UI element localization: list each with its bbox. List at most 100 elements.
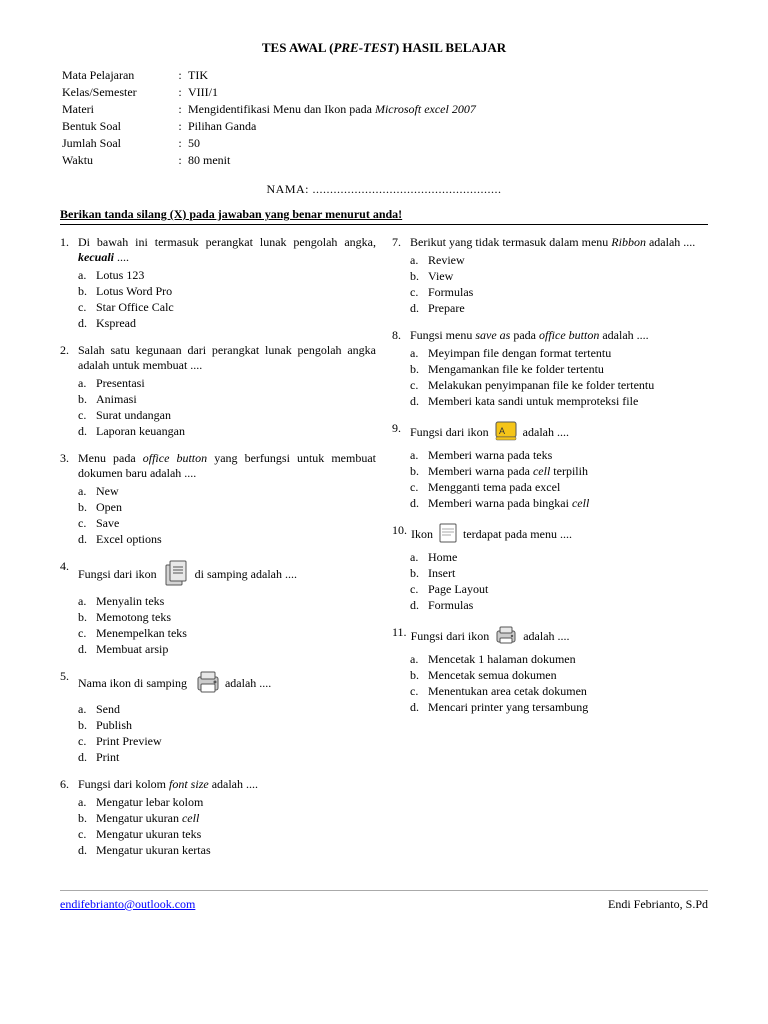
list-item: c.Mengatur ukuran teks	[78, 827, 376, 842]
q11-body: Fungsi dari ikon adalah ....	[411, 625, 708, 649]
q4-body: Fungsi dari ikon di samping adalah ....	[78, 559, 376, 591]
list-item: b.View	[410, 269, 708, 284]
list-item: a.Presentasi	[78, 376, 376, 391]
question-10: 10. Ikon terdapat pada menu ....	[392, 523, 708, 613]
list-item: c.Menempelkan teks	[78, 626, 376, 641]
list-item: b.Animasi	[78, 392, 376, 407]
question-3: 3. Menu pada office button yang berfungs…	[60, 451, 376, 547]
list-item: d.Prepare	[410, 301, 708, 316]
q5-body: Nama ikon di samping adalah ....	[78, 669, 376, 699]
q1-body: Di bawah ini termasuk perangkat lunak pe…	[78, 235, 376, 265]
list-item: c.Save	[78, 516, 376, 531]
instruction: Berikan tanda silang (X) pada jawaban ya…	[60, 207, 708, 225]
q1-options: a.Lotus 123 b.Lotus Word Pro c.Star Offi…	[78, 268, 376, 331]
list-item: c.Menentukan area cetak dokumen	[410, 684, 708, 699]
q2-options: a.Presentasi b.Animasi c.Surat undangan …	[78, 376, 376, 439]
list-item: d.Kspread	[78, 316, 376, 331]
copy-icon	[164, 559, 192, 591]
q2-num: 2.	[60, 343, 74, 373]
list-item: d.Print	[78, 750, 376, 765]
email-link[interactable]: endifebrianto@outlook.com	[60, 897, 195, 912]
q10-options: a.Home b.Insert c.Page Layout d.Formulas	[410, 550, 708, 613]
list-item: c.Melakukan penyimpanan file ke folder t…	[410, 378, 708, 393]
list-item: d.Mencari printer yang tersambung	[410, 700, 708, 715]
page-title: TES AWAL (PRE-TEST) HASIL BELAJAR	[60, 40, 708, 56]
list-item: c.Formulas	[410, 285, 708, 300]
q1-num: 1.	[60, 235, 74, 265]
right-column: 7. Berikut yang tidak termasuk dalam men…	[392, 235, 708, 870]
q8-options: a.Meyimpan file dengan format tertentu b…	[410, 346, 708, 409]
questions-container: 1. Di bawah ini termasuk perangkat lunak…	[60, 235, 708, 870]
list-item: c.Surat undangan	[78, 408, 376, 423]
list-item: c.Mengganti tema pada excel	[410, 480, 708, 495]
q6-num: 6.	[60, 777, 74, 792]
list-item: d.Membuat arsip	[78, 642, 376, 657]
list-item: b.Lotus Word Pro	[78, 284, 376, 299]
left-column: 1. Di bawah ini termasuk perangkat lunak…	[60, 235, 376, 870]
q8-num: 8.	[392, 328, 406, 343]
question-8: 8. Fungsi menu save as pada office butto…	[392, 328, 708, 409]
list-item: d.Excel options	[78, 532, 376, 547]
question-6: 6. Fungsi dari kolom font size adalah ..…	[60, 777, 376, 858]
q5-options: a.Send b.Publish c.Print Preview d.Print	[78, 702, 376, 765]
list-item: a.Home	[410, 550, 708, 565]
svg-text:A: A	[499, 426, 505, 436]
question-7: 7. Berikut yang tidak termasuk dalam men…	[392, 235, 708, 316]
list-item: b.Memotong teks	[78, 610, 376, 625]
list-item: d.Formulas	[410, 598, 708, 613]
list-item: b.Open	[78, 500, 376, 515]
list-item: d.Memberi warna pada bingkai cell	[410, 496, 708, 511]
nama-line: NAMA: ..................................…	[60, 182, 708, 197]
q9-num: 9.	[392, 421, 406, 445]
list-item: a.Mencetak 1 halaman dokumen	[410, 652, 708, 667]
q3-body: Menu pada office button yang berfungsi u…	[78, 451, 376, 481]
fill-color-icon: A	[495, 421, 517, 445]
footer: endifebrianto@outlook.com Endi Febrianto…	[60, 890, 708, 912]
list-item: c.Print Preview	[78, 734, 376, 749]
print-small-icon	[495, 625, 517, 649]
q6-body: Fungsi dari kolom font size adalah ....	[78, 777, 376, 792]
printer-icon	[194, 669, 222, 699]
q6-options: a.Mengatur lebar kolom b.Mengatur ukuran…	[78, 795, 376, 858]
list-item: a.New	[78, 484, 376, 499]
list-item: d.Laporan keuangan	[78, 424, 376, 439]
q3-num: 3.	[60, 451, 74, 481]
q3-options: a.New b.Open c.Save d.Excel options	[78, 484, 376, 547]
list-item: a.Send	[78, 702, 376, 717]
list-item: a.Lotus 123	[78, 268, 376, 283]
q5-num: 5.	[60, 669, 74, 699]
list-item: c.Star Office Calc	[78, 300, 376, 315]
list-item: a.Menyalin teks	[78, 594, 376, 609]
q4-options: a.Menyalin teks b.Memotong teks c.Menemp…	[78, 594, 376, 657]
q10-num: 10.	[392, 523, 407, 547]
q9-body: Fungsi dari ikon A adalah ....	[410, 421, 708, 445]
list-item: b.Mengamankan file ke folder tertentu	[410, 362, 708, 377]
q11-num: 11.	[392, 625, 407, 649]
q11-options: a.Mencetak 1 halaman dokumen b.Mencetak …	[410, 652, 708, 715]
q4-num: 4.	[60, 559, 74, 591]
list-item: b.Insert	[410, 566, 708, 581]
list-item: a.Review	[410, 253, 708, 268]
list-item: b.Mengatur ukuran cell	[78, 811, 376, 826]
q7-num: 7.	[392, 235, 406, 250]
q2-body: Salah satu kegunaan dari perangkat lunak…	[78, 343, 376, 373]
list-item: d.Mengatur ukuran kertas	[78, 843, 376, 858]
question-11: 11. Fungsi dari ikon adalah ....	[392, 625, 708, 715]
page-icon	[439, 523, 457, 547]
meta-info: Mata Pelajaran : TIK Kelas/Semester : VI…	[60, 66, 478, 170]
list-item: b.Memberi warna pada cell terpilih	[410, 464, 708, 479]
q7-options: a.Review b.View c.Formulas d.Prepare	[410, 253, 708, 316]
q8-body: Fungsi menu save as pada office button a…	[410, 328, 708, 343]
list-item: b.Publish	[78, 718, 376, 733]
q9-options: a.Memberi warna pada teks b.Memberi warn…	[410, 448, 708, 511]
list-item: b.Mencetak semua dokumen	[410, 668, 708, 683]
author-name: Endi Febrianto, S.Pd	[608, 897, 708, 912]
question-9: 9. Fungsi dari ikon A adalah .... a.Memb…	[392, 421, 708, 511]
list-item: c.Page Layout	[410, 582, 708, 597]
q10-body: Ikon terdapat pada menu ....	[411, 523, 708, 547]
question-4: 4. Fungsi dari ikon di samping ad	[60, 559, 376, 657]
question-2: 2. Salah satu kegunaan dari perangkat lu…	[60, 343, 376, 439]
list-item: a.Mengatur lebar kolom	[78, 795, 376, 810]
list-item: a.Memberi warna pada teks	[410, 448, 708, 463]
question-1: 1. Di bawah ini termasuk perangkat lunak…	[60, 235, 376, 331]
